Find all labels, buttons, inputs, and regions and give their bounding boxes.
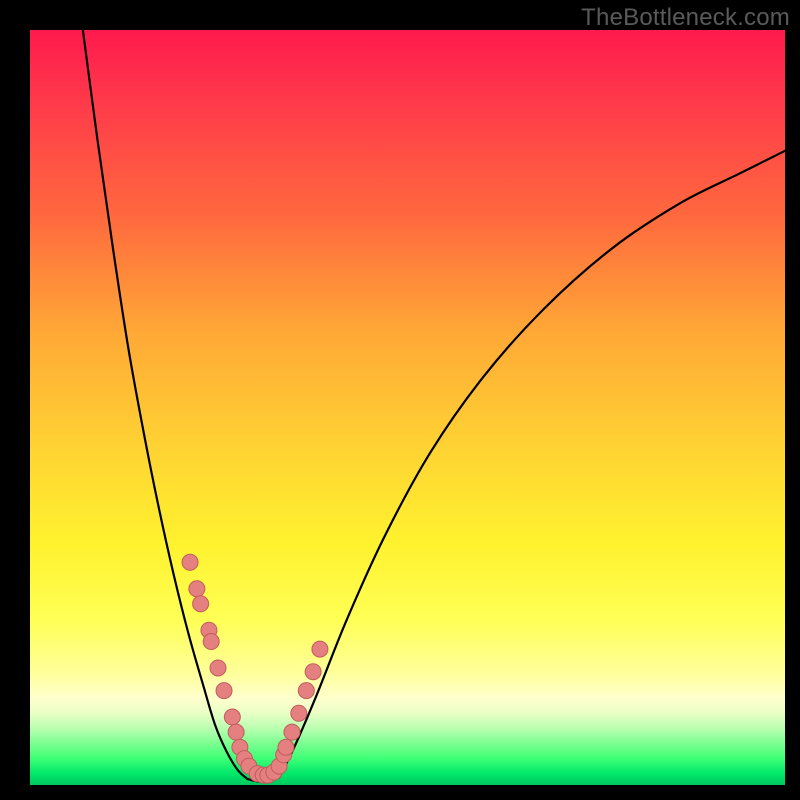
chart-dot <box>305 664 321 680</box>
chart-dot <box>291 705 307 721</box>
chart-dot <box>189 581 205 597</box>
watermark-text: TheBottleneck.com <box>581 4 790 32</box>
chart-svg <box>30 30 785 785</box>
chart-dot <box>278 739 294 755</box>
chart-frame: TheBottleneck.com <box>0 0 800 800</box>
chart-plot-area <box>30 30 785 785</box>
chart-dot <box>210 660 226 676</box>
curve-right-branch <box>279 151 785 778</box>
chart-dot <box>216 683 232 699</box>
chart-dot <box>224 709 240 725</box>
chart-dot <box>312 641 328 657</box>
chart-dot <box>228 724 244 740</box>
chart-dots <box>182 554 328 783</box>
chart-dot <box>193 596 209 612</box>
chart-dot <box>182 554 198 570</box>
chart-dot <box>203 634 219 650</box>
chart-dot <box>298 683 314 699</box>
chart-dot <box>284 724 300 740</box>
